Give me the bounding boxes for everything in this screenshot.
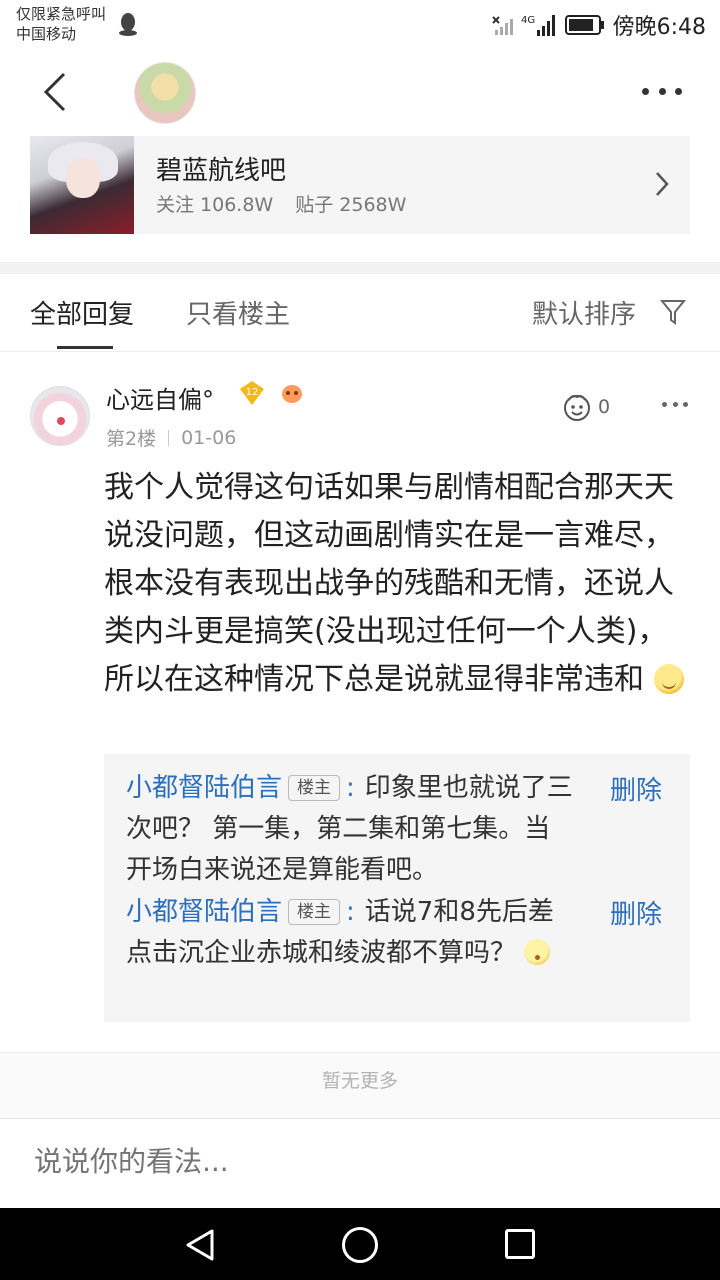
emergency-text: 仅限紧急呼叫 [16, 5, 107, 23]
signal-off-icon [491, 16, 513, 35]
no-more-label: 暂无更多 [321, 1070, 398, 1092]
system-nav-bar [0, 1208, 720, 1280]
qq-icon [119, 13, 137, 36]
forum-posts: 贴子 2568W [295, 194, 407, 216]
forum-stats: 关注 106.8W 贴子 2568W [156, 190, 406, 217]
filter-icon[interactable] [660, 298, 686, 326]
top-nav [0, 50, 720, 136]
sort-button[interactable]: 默认排序 [532, 294, 636, 331]
back-arrow-icon[interactable] [36, 70, 76, 114]
forum-card[interactable]: 碧蓝航线吧 关注 106.8W 贴子 2568W [30, 136, 690, 234]
tab-all-replies[interactable]: 全部回复 [30, 294, 134, 331]
reply-more-icon[interactable] [662, 402, 688, 408]
system-back-icon[interactable] [184, 1228, 216, 1262]
reply-date: 01-06 [181, 426, 237, 449]
fire-badge-icon [282, 385, 302, 403]
op-tag: 楼主 [288, 775, 341, 801]
delete-button[interactable]: 删除 [610, 770, 662, 807]
sub-replies: 小都督陆伯言 楼主: 印象里也就说了三次吧？ 第一集，第二集和第七集。当开场白来说还… [104, 754, 690, 1022]
comment-input[interactable] [34, 1145, 634, 1178]
forum-name: 碧蓝航线吧 [156, 156, 287, 186]
reply-content: 我个人觉得这句话如果与剧情相配合那天天说没问题，但这动画剧情实在是一言难尽，根本… [104, 464, 694, 704]
system-recents-icon[interactable] [505, 1229, 535, 1259]
reply-item: 心远自偏° 12 第2楼 01-06 0 我个人觉得这句话如果与剧情相配合那天天… [0, 352, 720, 1052]
op-tag: 楼主 [288, 899, 341, 925]
carrier-info: 仅限紧急呼叫 中国移动 [16, 4, 106, 44]
carrier-name: 中国移动 [16, 25, 77, 43]
level-badge-icon: 12 [240, 381, 264, 405]
forum-followers: 关注 106.8W [156, 194, 274, 216]
user-avatar[interactable] [30, 386, 90, 446]
signal-4g-icon: 4G [521, 15, 555, 36]
like-icon[interactable] [560, 390, 594, 424]
reply-meta: 第2楼 01-06 [106, 424, 236, 451]
section-divider [0, 262, 720, 274]
level-number: 12 [246, 387, 259, 398]
delete-button[interactable]: 删除 [610, 894, 662, 931]
surprised-emoji-icon [524, 939, 551, 965]
sub-reply-author[interactable]: 小都督陆伯言 [126, 897, 282, 927]
comment-bar [0, 1118, 720, 1208]
sub-reply: 小都督陆伯言 楼主: 印象里也就说了三次吧？ 第一集，第二集和第七集。当开场白来说还… [126, 773, 573, 885]
clock: 傍晚6:48 [612, 15, 706, 40]
network-label: 4G [521, 15, 535, 26]
forum-avatar[interactable] [134, 62, 196, 124]
reply-text: 我个人觉得这句话如果与剧情相配合那天天说没问题，但这动画剧情实在是一言难尽，根本… [104, 470, 674, 697]
status-icons: 4G 傍晚6:48 [491, 8, 706, 42]
floor-number: 第2楼 [106, 428, 157, 450]
more-menu-icon[interactable] [642, 88, 682, 98]
sub-reply-author[interactable]: 小都督陆伯言 [126, 773, 282, 803]
sub-reply: 小都督陆伯言 楼主: 话说7和8先后差点击沉企业赤城和绫波都不算吗？ [126, 897, 554, 968]
reply-tabs: 全部回复 只看楼主 默认排序 [0, 274, 720, 352]
active-tab-indicator [57, 346, 113, 349]
forum-thumbnail [30, 136, 134, 234]
system-home-icon[interactable] [342, 1227, 378, 1263]
chevron-right-icon [656, 172, 669, 196]
status-bar: 仅限紧急呼叫 中国移动 4G 傍晚6:48 [0, 0, 720, 50]
battery-icon [564, 15, 604, 35]
like-count: 0 [598, 396, 611, 418]
tab-op-only[interactable]: 只看楼主 [186, 294, 290, 331]
reply-username[interactable]: 心远自偏° [106, 380, 214, 415]
smile-emoji-icon [653, 664, 684, 694]
